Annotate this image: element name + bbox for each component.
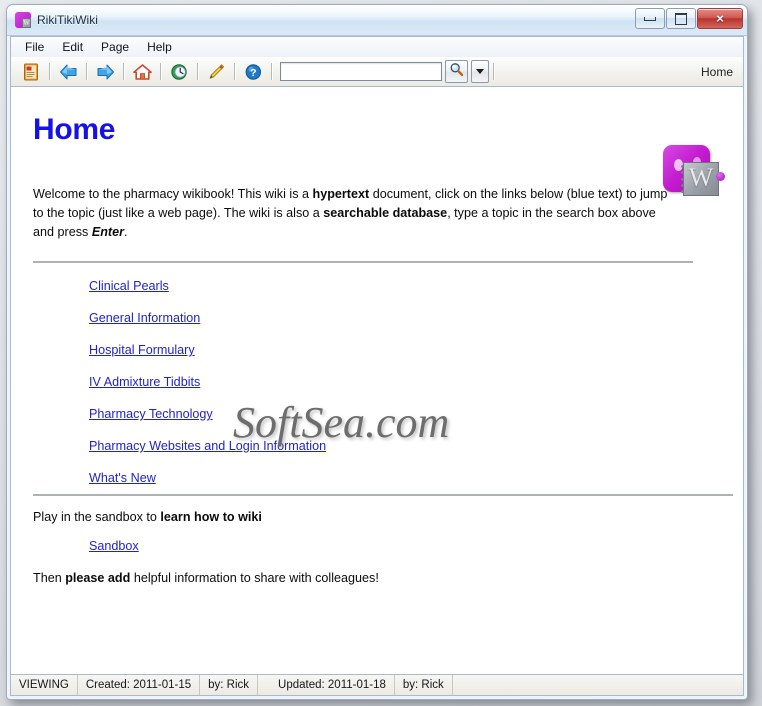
title-bar: W RikiTikiWiki × [7,5,747,36]
list-item: General Information [33,295,725,327]
link-general-information[interactable]: General Information [89,311,200,325]
maximize-button[interactable] [666,8,696,29]
window-title: RikiTikiWiki [37,13,98,27]
page-inner: Home W Welcome to the pharmacy wikibook!… [11,87,743,674]
app-icon-page: W [22,18,31,28]
intro-paragraph: Welcome to the pharmacy wikibook! This w… [33,185,669,242]
intro-text-4: . [124,225,128,239]
sandbox-text: Play in the sandbox to [33,510,161,524]
toolbar: ? Home [10,57,744,87]
menu-item-file[interactable]: File [16,38,53,56]
menu-item-edit[interactable]: Edit [53,38,92,56]
list-item: IV Admixture Tidbits [33,359,725,391]
close-button[interactable]: × [697,8,743,29]
list-item: Clinical Pearls [33,263,725,295]
search-area [280,60,498,83]
link-clinical-pearls[interactable]: Clinical Pearls [89,279,169,293]
search-button[interactable] [445,60,468,83]
link-sandbox[interactable]: Sandbox [89,539,139,553]
intro-bold-database: searchable database [323,206,448,220]
link-iv-admixture-tidbits[interactable]: IV Admixture Tidbits [89,375,200,389]
toolbar-separator [197,63,198,80]
list-item: Hospital Formulary [33,327,725,359]
sandbox-bold: learn how to wiki [160,510,262,524]
edit-pencil-icon [207,63,226,81]
back-arrow-icon [59,63,78,81]
toolbar-separator [271,63,272,80]
toolbar-separator [234,63,235,80]
status-created-by: by: Rick [200,675,259,695]
closing-paragraph: Then please add helpful information to s… [33,571,725,585]
intro-text-1: Welcome to the pharmacy wikibook! This w… [33,187,313,201]
window-client-area: File Edit Page Help ? Home Home W Welcom… [7,36,747,699]
intro-bold-hypertext: hypertext [312,187,370,201]
logo-bead [716,172,725,181]
toolbar-separator [123,63,124,80]
page-content-area: Home W Welcome to the pharmacy wikibook!… [10,87,744,675]
toolbar-separator [160,63,161,80]
link-pharmacy-websites-login[interactable]: Pharmacy Websites and Login Information [89,439,326,453]
close-icon: × [716,11,724,26]
closing-bold: please add [65,571,131,585]
history-button[interactable] [165,59,193,85]
maximize-icon [675,12,687,25]
forward-arrow-icon [96,63,115,81]
search-magnifier-icon [449,62,464,82]
title-bar-left: W RikiTikiWiki [15,5,98,35]
wiki-logo: W [663,145,725,197]
minimize-button[interactable] [635,8,665,29]
current-page-label: Home [700,64,733,79]
help-button[interactable]: ? [239,59,267,85]
intro-italic-enter: Enter [91,225,125,239]
menu-item-help[interactable]: Help [138,38,181,56]
search-dropdown-button[interactable] [471,60,489,83]
status-updated: Updated: 2011-01-18 [258,675,395,695]
closing-text-2: helpful information to share with collea… [130,571,379,585]
help-question-icon: ? [244,63,263,81]
home-icon [132,63,152,81]
home-button[interactable] [128,59,156,85]
toolbar-separator [493,63,494,80]
status-filler [453,675,743,695]
menu-bar: File Edit Page Help [10,36,744,57]
application-window: W RikiTikiWiki × File Edit Page Help ? H… [6,4,748,700]
back-button[interactable] [54,59,82,85]
topic-links-list: Clinical Pearls General Information Hosp… [33,263,725,487]
menu-item-page[interactable]: Page [92,38,138,56]
new-page-icon [23,63,40,81]
wiki-book-icon: W [15,12,31,28]
link-pharmacy-technology[interactable]: Pharmacy Technology [89,407,213,421]
search-dropdown-icon [476,69,484,74]
divider-bottom [33,494,733,496]
minimize-icon [644,16,656,21]
svg-text:?: ? [250,67,256,79]
status-created: Created: 2011-01-15 [78,675,201,695]
logo-notebook: W [683,162,719,196]
status-mode: VIEWING [11,675,78,695]
list-item: What's New [33,455,725,487]
closing-text-1: Then [33,571,66,585]
list-item: Pharmacy Websites and Login Information [33,423,725,455]
link-hospital-formulary[interactable]: Hospital Formulary [89,343,195,357]
window-controls: × [635,8,743,29]
status-updated-by: by: Rick [395,675,453,695]
edit-button[interactable] [202,59,230,85]
list-item: Pharmacy Technology [33,391,725,423]
search-input[interactable] [280,62,442,81]
new-page-button[interactable] [17,59,45,85]
logo-letter: W [688,163,714,192]
history-clock-icon [170,63,189,81]
toolbar-separator [86,63,87,80]
link-whats-new[interactable]: What's New [89,471,156,485]
sandbox-paragraph: Play in the sandbox to learn how to wiki [33,510,725,524]
toolbar-separator [49,63,50,80]
page-title: Home [33,113,116,146]
status-bar: VIEWING Created: 2011-01-15 by: Rick Upd… [10,675,744,696]
forward-button[interactable] [91,59,119,85]
